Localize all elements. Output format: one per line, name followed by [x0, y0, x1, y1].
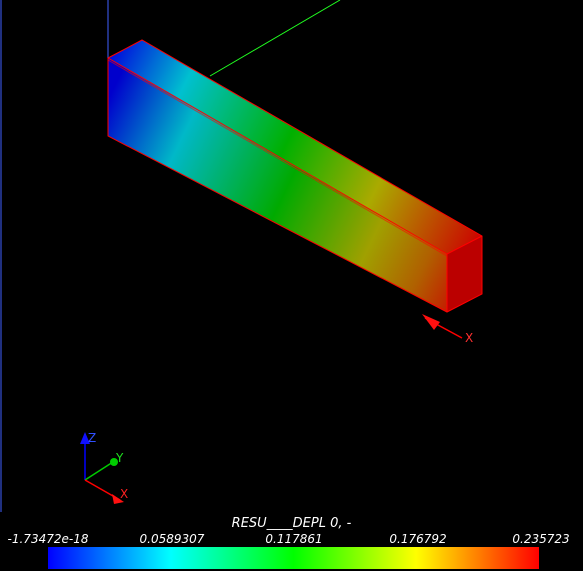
- scalar-bar-tick: 0.0589307: [139, 532, 205, 546]
- triad-z-label: Z: [88, 431, 96, 445]
- triad-y-label: Y: [115, 451, 124, 465]
- orientation-triad: [80, 432, 124, 504]
- scalar-bar-tick: 0.235723: [512, 532, 570, 546]
- beam-x-arrow-icon: [422, 314, 463, 339]
- scalar-bar-tick: 0.117861: [265, 532, 323, 546]
- beam-x-label: X: [465, 331, 473, 345]
- global-y-axis-line: [209, 0, 341, 77]
- beam-front-face[interactable]: [108, 58, 447, 312]
- 3d-viewport[interactable]: X Z Y X: [0, 0, 583, 512]
- scalar-bar: RESU____DEPL 0, - -1.73472e-18 0.0589307…: [0, 512, 583, 571]
- scalar-bar-tick: -1.73472e-18: [7, 532, 89, 546]
- scalar-bar-gradient: [48, 547, 539, 569]
- scalar-bar-tick: 0.176792: [389, 532, 447, 546]
- scalar-bar-title: RESU____DEPL 0, -: [231, 516, 352, 531]
- scene-canvas[interactable]: X Z Y X: [0, 0, 583, 512]
- triad-x-label: X: [120, 487, 128, 501]
